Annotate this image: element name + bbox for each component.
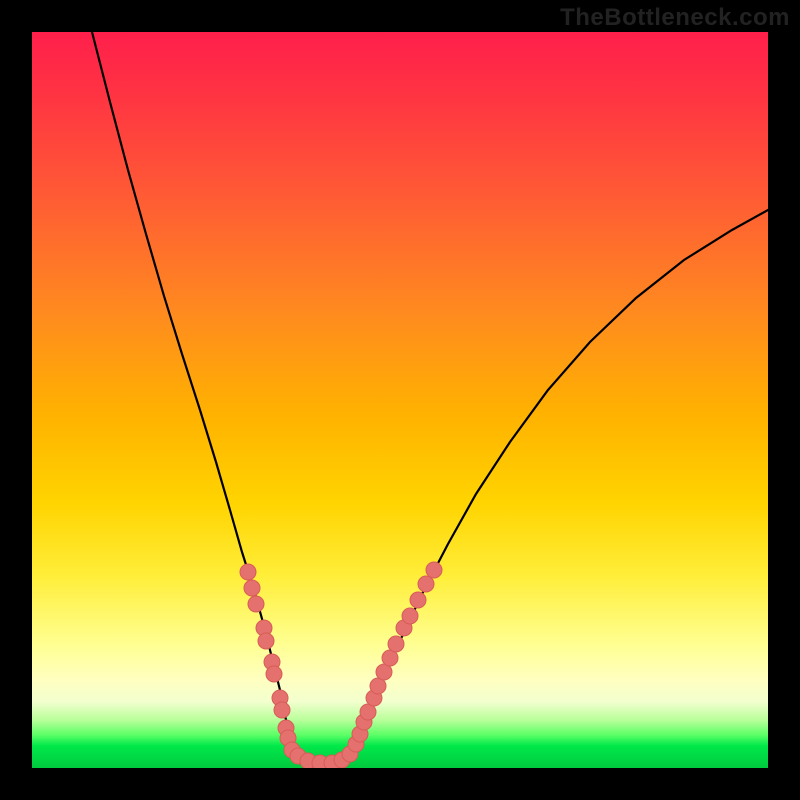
data-dot bbox=[244, 580, 260, 596]
data-dot bbox=[410, 592, 426, 608]
data-dot-layer bbox=[240, 562, 442, 768]
stage: TheBottleneck.com bbox=[0, 0, 800, 800]
data-dot bbox=[388, 636, 404, 652]
data-dot bbox=[240, 564, 256, 580]
data-dot bbox=[266, 666, 282, 682]
watermark-text: TheBottleneck.com bbox=[560, 4, 790, 32]
data-dot bbox=[274, 702, 290, 718]
data-dot bbox=[418, 576, 434, 592]
plot-area bbox=[32, 32, 768, 768]
bottleneck-curve-line bbox=[92, 32, 768, 764]
data-dot bbox=[248, 596, 264, 612]
bottleneck-curve-svg bbox=[32, 32, 768, 768]
data-dot bbox=[426, 562, 442, 578]
data-dot bbox=[258, 633, 274, 649]
data-dot bbox=[402, 608, 418, 624]
